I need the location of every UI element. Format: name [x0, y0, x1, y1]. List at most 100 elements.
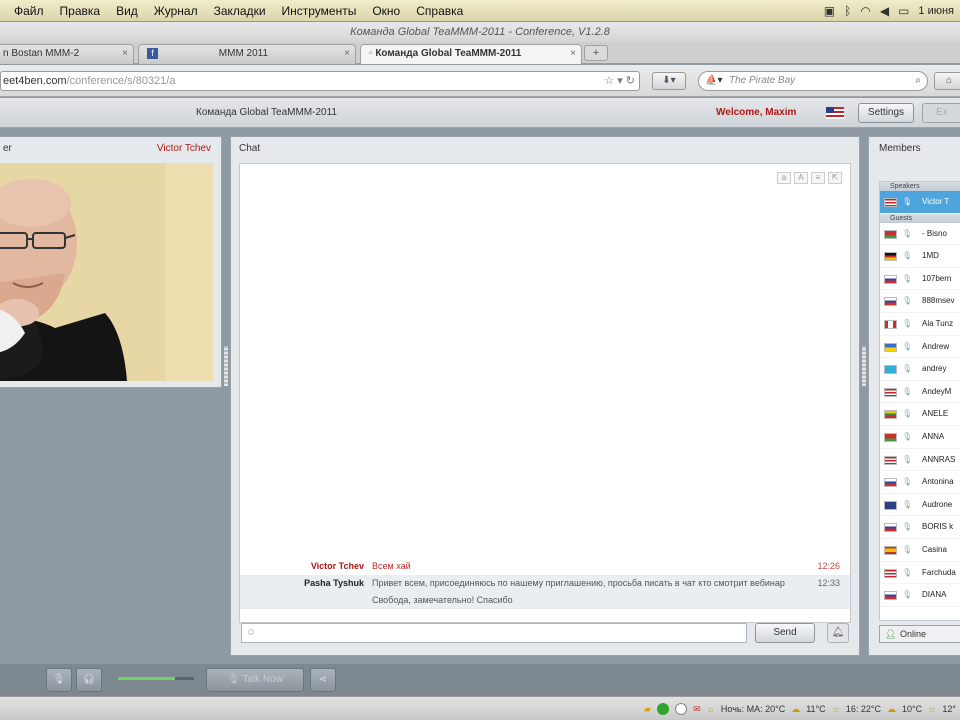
bookmark-star-icon[interactable]: ☆ [604, 75, 614, 87]
member-row[interactable]: 🎙︎ Victor T [880, 191, 960, 214]
font-smaller-icon[interactable]: a [777, 172, 791, 184]
send-button[interactable]: Send [755, 623, 815, 643]
microphone-button[interactable]: 🎙︎ [46, 668, 72, 692]
reload-icon[interactable]: ↻ [626, 75, 635, 87]
close-icon[interactable]: × [344, 45, 350, 63]
magnifier-icon[interactable]: ⌕ [915, 72, 921, 90]
member-name: Ala Tunz [922, 318, 954, 328]
member-row[interactable]: 🎙︎ Ala Tunz [880, 313, 960, 336]
tab-bostan-mmm[interactable]: n Bostan MMM-2 × [0, 44, 134, 64]
flag-icon [884, 523, 897, 533]
battery-icon[interactable]: ▭ [898, 4, 909, 18]
tab-label: Команда Global TeaMMM-2011 [375, 48, 522, 59]
url-bar[interactable]: eet4ben.com/conference/s/80321/a ☆ ▾ ↻ [0, 71, 640, 91]
browser-status-bar: ▰ ✉ ☼ Ночь: МА: 20°С ☁ 11°С ☼ 16: 22°С ☁… [0, 696, 960, 720]
speaker-name: Victor Tchev [156, 143, 211, 154]
notification-button[interactable]: 🔔︎ [827, 623, 849, 643]
menu-item[interactable]: Справка [408, 4, 471, 18]
menu-item[interactable]: Правка [52, 4, 109, 18]
chat-input[interactable]: ☺ [241, 623, 747, 643]
member-name: DIANA [922, 590, 947, 600]
microphone-icon: 🎙︎ [902, 273, 913, 283]
flag-icon [884, 478, 897, 488]
headphones-button[interactable]: 🎧︎ [76, 668, 102, 692]
member-row[interactable]: 🎙︎ 888msev [880, 290, 960, 313]
settings-button[interactable]: Settings [858, 103, 914, 123]
gmail-icon[interactable]: ✉ [693, 704, 701, 715]
emoticon-icon[interactable]: ☺ [246, 627, 256, 638]
member-row[interactable]: 🎙︎ andrey [880, 358, 960, 381]
wifi-icon[interactable]: ◠ [860, 4, 870, 18]
menu-item[interactable]: Журнал [146, 4, 206, 18]
close-icon[interactable]: × [122, 45, 128, 63]
member-row[interactable]: 🎙︎ ANNRAS [880, 449, 960, 472]
new-tab-button[interactable]: + [584, 45, 608, 61]
message-author: Victor Tchev [310, 561, 364, 571]
member-row[interactable]: 🎙︎ ANELE [880, 403, 960, 426]
close-icon[interactable]: × [570, 45, 576, 63]
flag-icon [884, 229, 897, 239]
clear-icon[interactable]: ≡ [811, 172, 825, 184]
menu-item[interactable]: Файл [0, 4, 52, 18]
message-author: Pasha Tyshuk [304, 578, 364, 588]
flag-icon [884, 342, 897, 352]
member-name: 107bern [922, 273, 952, 283]
page-icon: ▫ [369, 48, 373, 59]
search-engine-icon[interactable]: ⛵▾ [705, 72, 722, 90]
speaker-resize-handle[interactable] [224, 346, 228, 386]
member-row[interactable]: 🎙︎ DIANA [880, 584, 960, 607]
dropdown-icon[interactable]: ▾ [617, 75, 623, 87]
flag-icon [884, 297, 897, 307]
bluetooth-icon[interactable]: ᛒ [844, 4, 851, 18]
talk-now-button[interactable]: 🎙︎ Talk Now [206, 668, 304, 692]
exit-button[interactable]: Ex [922, 103, 960, 123]
flag-icon [884, 252, 897, 262]
home-button[interactable]: ⌂ [934, 72, 960, 90]
menu-date: 1 июня [918, 5, 954, 17]
detach-icon[interactable]: ⇱ [828, 172, 842, 184]
member-row[interactable]: 🎙︎ Andrew [880, 336, 960, 359]
member-name: ANNRAS [922, 454, 956, 464]
folder-icon[interactable]: ▰ [644, 704, 651, 715]
member-row[interactable]: 🎙︎ BORIS k [880, 516, 960, 539]
menu-item[interactable]: Закладки [206, 4, 274, 18]
microphone-icon: 🎙︎ [227, 674, 240, 685]
message-time: 12:26 [817, 561, 840, 571]
member-row[interactable]: 🎙︎ 1MD [880, 245, 960, 268]
online-label: Online [900, 629, 927, 639]
flag-icon [884, 500, 897, 510]
tab-mmm-2011[interactable]: f MMM 2011 × [138, 44, 356, 64]
facebook-icon: f [147, 47, 158, 59]
flag-icon [884, 319, 897, 329]
weather-now: Ночь: МА: 20°С [720, 704, 786, 714]
font-larger-icon[interactable]: A [794, 172, 808, 184]
tab-global-teammm[interactable]: ▫ Команда Global TeaMMM-2011 × [360, 44, 582, 64]
share-button[interactable]: ⋖ [310, 668, 336, 692]
chat-message: Свобода, замечательно! Спасибо [240, 592, 850, 609]
member-name: - Bisno [922, 228, 947, 238]
speaker-panel-title: er [3, 143, 12, 154]
menu-item[interactable]: Окно [364, 4, 408, 18]
conference-toolbar: 🎙︎ 🎧︎ 🎙︎ Talk Now ⋖ [0, 664, 960, 696]
url-path: /conference/s/80321/a [66, 75, 176, 87]
member-row[interactable]: 🎙︎ 107bern [880, 268, 960, 291]
screen-record-icon[interactable]: ▣ [824, 4, 835, 18]
member-row[interactable]: 🎙︎ - Bisno [880, 223, 960, 246]
members-resize-handle[interactable] [862, 346, 866, 386]
volume-slider[interactable] [110, 670, 202, 690]
microphone-icon: 🎙︎ [902, 431, 913, 441]
member-row[interactable]: 🎙︎ Casina [880, 539, 960, 562]
menu-item[interactable]: Вид [108, 4, 146, 18]
volume-icon[interactable]: ◀︎ [880, 4, 889, 18]
search-input[interactable]: ⛵▾ The Pirate Bay ⌕ [698, 71, 928, 91]
member-row[interactable]: 🎙︎ Farchuda [880, 562, 960, 585]
member-row[interactable]: 🎙︎ Antonina [880, 471, 960, 494]
volume-fill [118, 677, 175, 680]
online-status-button[interactable]: 👤︎ Online [879, 625, 960, 643]
chat-messages-area[interactable]: a A ≡ ⇱ Victor Tchev Всем хай 12:26 Pash… [239, 163, 851, 623]
member-row[interactable]: 🎙︎ Audrone [880, 494, 960, 517]
downloads-button[interactable]: ⬇▾ [652, 72, 686, 90]
member-row[interactable]: 🎙︎ AndeyM [880, 381, 960, 404]
menu-item[interactable]: Инструменты [274, 4, 365, 18]
member-row[interactable]: 🎙︎ ANNA [880, 426, 960, 449]
